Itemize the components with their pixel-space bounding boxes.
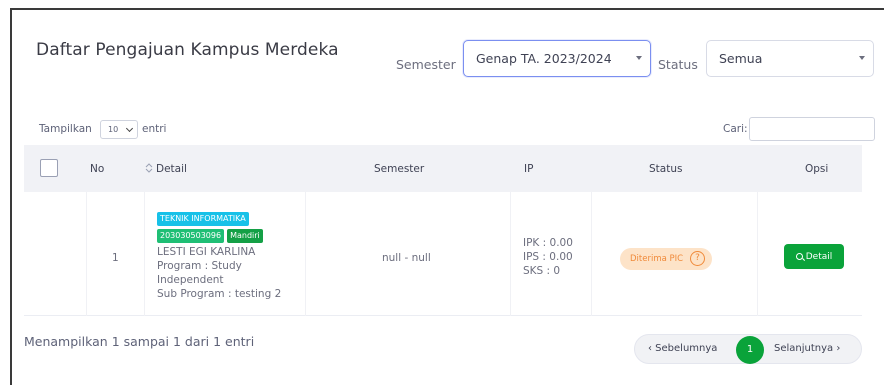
program-line-2: Independent [157,274,224,286]
sort-icon [145,163,153,173]
column-header-no[interactable]: No [90,163,104,175]
table-row: 1 TEKNIK INFORMATIKA 203030503096 Mandiri… [24,192,862,316]
caret-down-icon [636,56,642,60]
semester-select[interactable]: Genap TA. 2023/2024 [463,40,651,77]
semester-select-value: Genap TA. 2023/2024 [476,51,612,66]
help-circle-icon[interactable]: ? [690,251,705,266]
column-header-status[interactable]: Status [649,163,682,175]
checkbox-icon[interactable] [40,159,58,177]
status-badge-label: Diterima PIC [630,254,684,264]
student-id-badge: 203030503096 [157,229,225,243]
detail-button[interactable]: Detail [784,244,844,269]
ipk-value: IPK : 0.00 [523,237,573,249]
status-filter-label: Status [658,57,698,72]
caret-down-icon [859,56,865,60]
column-divider [305,192,306,316]
previous-page-button[interactable]: ‹ Sebelumnya [648,343,717,354]
detail-button-label: Detail [805,251,833,262]
ip-cell: IPK : 0.00 IPS : 0.00 SKS : 0 [523,236,573,278]
column-header-ip[interactable]: IP [524,163,533,175]
chevron-down-icon [125,124,134,133]
semester-filter-label: Semester [396,57,456,72]
entries-suffix-label: entri [142,123,167,135]
sks-value: SKS : 0 [523,265,561,277]
entries-per-page-select[interactable]: 10 [100,120,138,139]
show-entries-label: Tampilkan [39,123,92,135]
column-header-opsi: Opsi [805,163,829,175]
column-divider [591,192,592,316]
search-icon [795,253,803,260]
status-badge: Diterima PIC ? [620,248,712,270]
column-header-semester[interactable]: Semester [374,163,424,175]
search-input[interactable] [749,117,875,141]
pagination-info: Menampilkan 1 sampai 1 dari 1 entri [24,334,255,349]
sub-program: Sub Program : testing 2 [157,288,282,300]
detail-cell: TEKNIK INFORMATIKA 203030503096 Mandiri L… [157,212,281,301]
entries-per-page-value: 10 [108,125,119,134]
program-line-1: Program : Study [157,260,242,272]
status-select[interactable]: Semua [706,40,874,77]
search-label: Cari: [723,123,748,135]
pagination: ‹ Sebelumnya 1 Selanjutnya › [634,334,862,364]
column-divider [86,192,87,316]
type-badge: Mandiri [227,229,263,243]
column-header-detail-label: Detail [156,163,187,175]
column-header-detail[interactable]: Detail [145,163,187,175]
current-page-button[interactable]: 1 [736,336,764,364]
row-number: 1 [112,252,119,264]
column-divider [757,192,758,316]
column-divider [510,192,511,316]
student-name: LESTI EGI KARLINA [157,246,256,258]
program-study-badge: TEKNIK INFORMATIKA [157,212,249,226]
semester-value: null - null [382,252,431,264]
table-header: No Detail Semester IP Status Opsi [24,145,862,192]
column-divider [144,192,145,316]
next-page-button[interactable]: Selanjutnya › [774,343,840,354]
page-title: Daftar Pengajuan Kampus Merdeka [36,40,339,60]
ips-value: IPS : 0.00 [523,251,573,263]
status-select-value: Semua [719,51,763,66]
